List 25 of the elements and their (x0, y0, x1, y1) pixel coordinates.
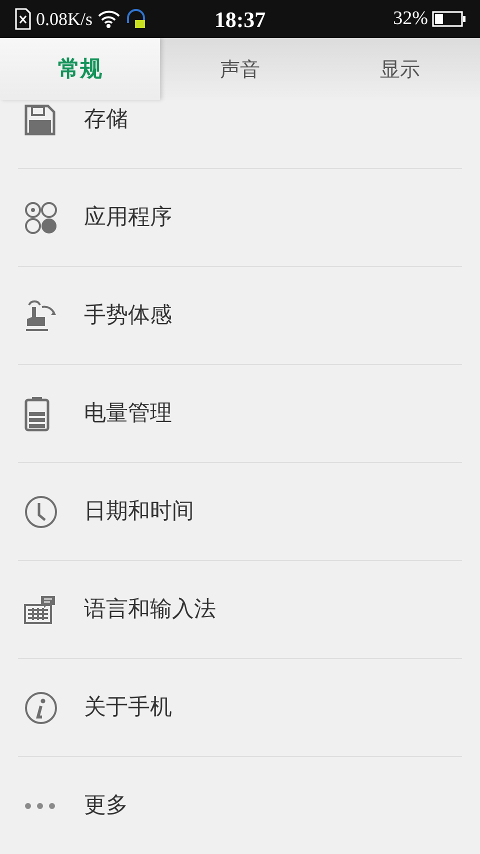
tab[interactable]: 声音 (160, 38, 320, 100)
menu-item[interactable]: 关于手机 (84, 691, 172, 724)
clock-icon (24, 494, 58, 528)
sim-card-icon (14, 8, 32, 30)
menu-item[interactable]: 日期和时间 (84, 495, 194, 528)
more-dots-icon (24, 802, 56, 810)
network-speed: 0.08K/s (36, 8, 93, 30)
battery-icon (24, 396, 50, 432)
info-icon (24, 690, 58, 724)
battery-percent: 32% (393, 6, 428, 31)
clock: 18:37 (214, 6, 266, 34)
menu-item[interactable]: 手势体感 (84, 299, 172, 332)
menu-item[interactable]: 语言和输入法 (84, 593, 216, 626)
keyboard-icon (24, 594, 56, 624)
menu-item[interactable]: 应用程序 (84, 201, 172, 234)
menu-item[interactable]: 更多 (84, 789, 128, 822)
circles-icon (24, 200, 58, 234)
menu-item[interactable]: 电量管理 (84, 397, 172, 430)
hand-gesture-icon (24, 298, 58, 332)
wifi-icon (96, 9, 121, 29)
battery-icon (432, 10, 466, 28)
menu-item[interactable]: 存储 (84, 103, 128, 136)
tab[interactable]: 显示 (320, 38, 480, 100)
tab[interactable]: 常规 (0, 38, 160, 100)
headset-icon (124, 7, 147, 31)
